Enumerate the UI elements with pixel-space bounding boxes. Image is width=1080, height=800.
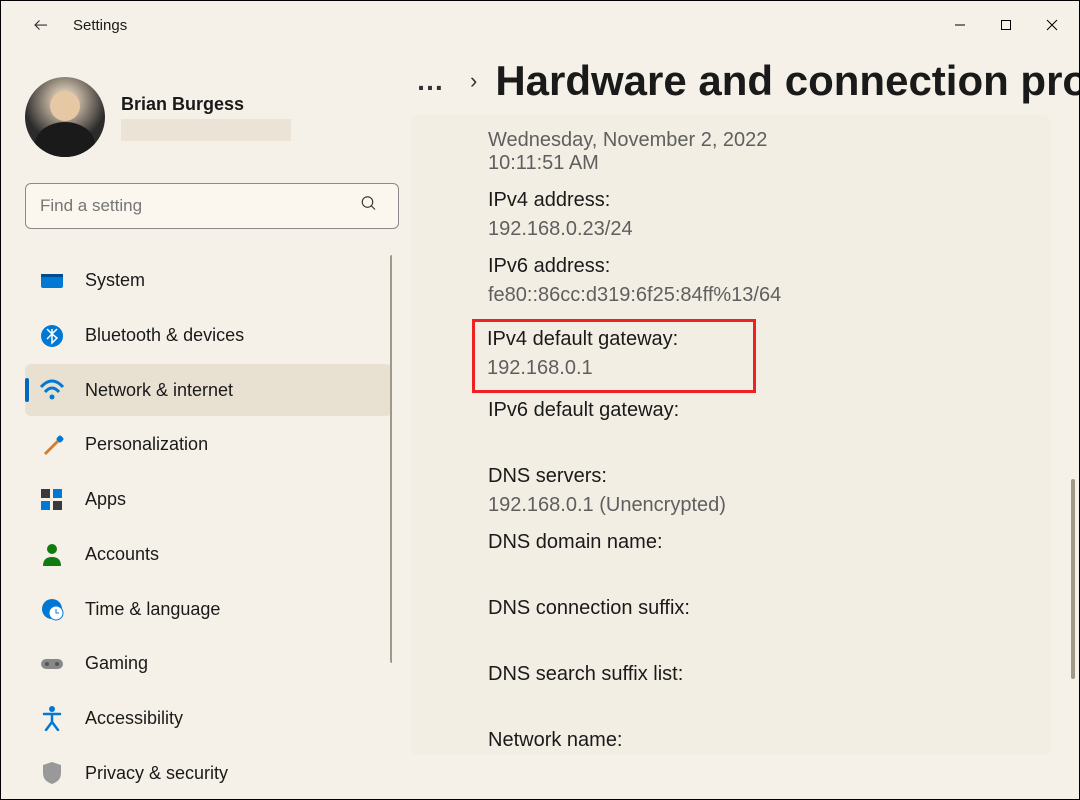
ipv4-gateway-label: IPv4 default gateway: bbox=[487, 328, 741, 351]
dns-suffix-value bbox=[488, 626, 1035, 649]
nav-label: Privacy & security bbox=[85, 763, 228, 784]
dns-search-label: DNS search suffix list: bbox=[488, 663, 1035, 686]
close-button[interactable] bbox=[1029, 7, 1075, 43]
search-input[interactable] bbox=[25, 183, 399, 229]
titlebar: Settings bbox=[1, 1, 1079, 49]
nav-label: Time & language bbox=[85, 599, 220, 620]
sidebar-item-gaming[interactable]: Gaming bbox=[25, 638, 392, 690]
ipv6-gateway-value bbox=[488, 428, 1035, 451]
nav-scrollbar[interactable] bbox=[390, 255, 392, 799]
dns-search-value bbox=[488, 692, 1035, 715]
person-icon bbox=[39, 541, 65, 567]
dns-servers-label: DNS servers: bbox=[488, 465, 1035, 488]
report-date: Wednesday, November 2, 2022 bbox=[488, 129, 1035, 152]
nav-label: System bbox=[85, 270, 145, 291]
search-icon bbox=[360, 195, 378, 218]
nav-list: System Bluetooth & devices Network & int… bbox=[25, 255, 392, 799]
more-icon[interactable]: … bbox=[410, 65, 452, 97]
network-name-label: Network name: bbox=[488, 729, 1035, 752]
app-title: Settings bbox=[73, 17, 127, 34]
breadcrumb: … › Hardware and connection pro bbox=[406, 57, 1051, 105]
user-name: Brian Burgess bbox=[121, 94, 291, 115]
ipv6-address-label: IPv6 address: bbox=[488, 255, 1035, 278]
accessibility-icon bbox=[39, 705, 65, 731]
dns-domain-value bbox=[488, 560, 1035, 583]
ipv4-address-value: 192.168.0.23/24 bbox=[488, 218, 1035, 241]
ipv4-address-label: IPv4 address: bbox=[488, 189, 1035, 212]
main-panel: … › Hardware and connection pro Wednesda… bbox=[406, 49, 1079, 799]
dns-suffix-label: DNS connection suffix: bbox=[488, 597, 1035, 620]
shield-icon bbox=[39, 760, 65, 786]
sidebar-item-accounts[interactable]: Accounts bbox=[25, 529, 392, 581]
minimize-button[interactable] bbox=[937, 7, 983, 43]
sidebar-item-personalization[interactable]: Personalization bbox=[25, 419, 392, 471]
nav-label: Network & internet bbox=[85, 380, 233, 401]
sidebar-item-network[interactable]: Network & internet bbox=[25, 364, 392, 416]
sidebar-item-privacy[interactable]: Privacy & security bbox=[25, 747, 392, 799]
ipv4-gateway-value: 192.168.0.1 bbox=[487, 357, 741, 380]
page-title: Hardware and connection pro bbox=[495, 57, 1079, 105]
highlight-annotation: IPv4 default gateway: 192.168.0.1 bbox=[472, 319, 756, 393]
bluetooth-icon bbox=[39, 323, 65, 349]
avatar bbox=[25, 77, 105, 157]
sidebar: Brian Burgess System Bluetooth & devi bbox=[1, 49, 406, 799]
back-button[interactable] bbox=[21, 5, 61, 45]
nav-label: Accounts bbox=[85, 544, 159, 565]
nav-label: Apps bbox=[85, 489, 126, 510]
sidebar-item-system[interactable]: System bbox=[25, 255, 392, 307]
user-account[interactable]: Brian Burgess bbox=[25, 77, 392, 157]
window-controls bbox=[937, 7, 1075, 43]
apps-icon bbox=[39, 487, 65, 513]
dns-domain-label: DNS domain name: bbox=[488, 531, 1035, 554]
sidebar-item-accessibility[interactable]: Accessibility bbox=[25, 693, 392, 745]
ipv6-gateway-label: IPv6 default gateway: bbox=[488, 399, 1035, 422]
ipv6-address-value: fe80::86cc:d319:6f25:84ff%13/64 bbox=[488, 284, 1035, 307]
gamepad-icon bbox=[39, 651, 65, 677]
main-scrollbar[interactable] bbox=[1071, 479, 1075, 679]
report-time: 10:11:51 AM bbox=[488, 152, 1035, 175]
properties-panel: Wednesday, November 2, 2022 10:11:51 AM … bbox=[410, 115, 1051, 755]
nav-label: Accessibility bbox=[85, 708, 183, 729]
nav-label: Gaming bbox=[85, 653, 148, 674]
maximize-button[interactable] bbox=[983, 7, 1029, 43]
nav-label: Personalization bbox=[85, 434, 208, 455]
search-container bbox=[25, 183, 392, 229]
user-email-redacted bbox=[121, 119, 291, 141]
sidebar-item-bluetooth[interactable]: Bluetooth & devices bbox=[25, 310, 392, 362]
sidebar-item-time[interactable]: Time & language bbox=[25, 583, 392, 635]
nav-label: Bluetooth & devices bbox=[85, 325, 244, 346]
chevron-right-icon: › bbox=[470, 68, 477, 94]
dns-servers-value: 192.168.0.1 (Unencrypted) bbox=[488, 494, 1035, 517]
system-icon bbox=[39, 268, 65, 294]
globe-clock-icon bbox=[39, 596, 65, 622]
wifi-icon bbox=[39, 377, 65, 403]
brush-icon bbox=[39, 432, 65, 458]
sidebar-item-apps[interactable]: Apps bbox=[25, 474, 392, 526]
